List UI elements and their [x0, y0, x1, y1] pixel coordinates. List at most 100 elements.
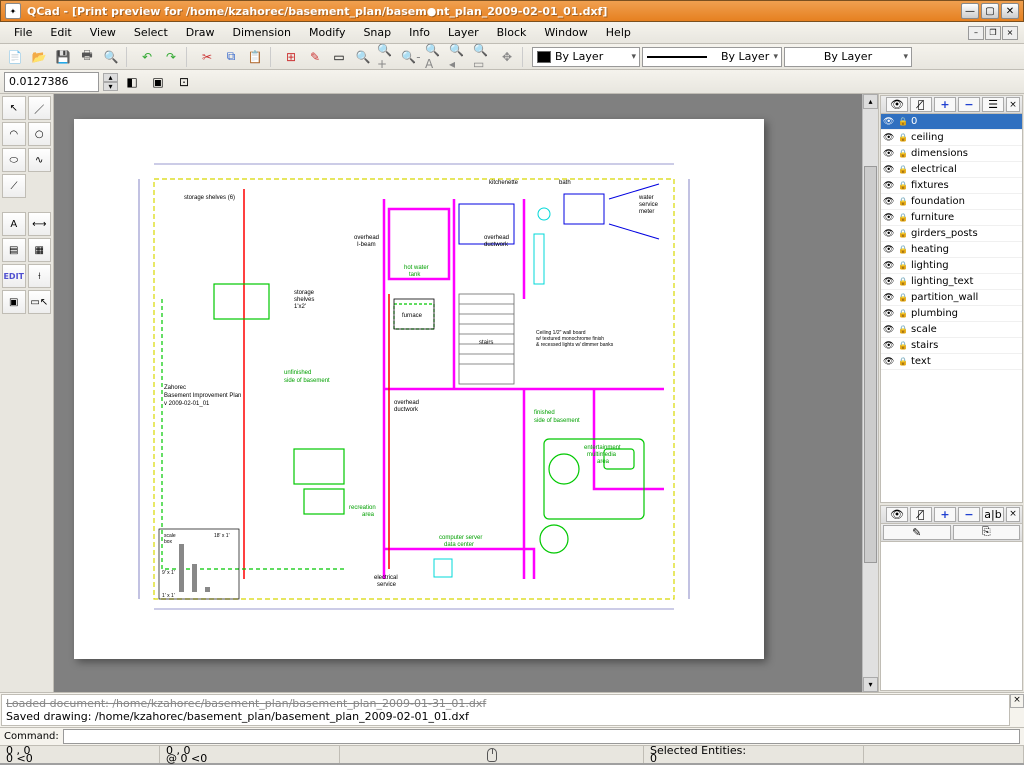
menu-window[interactable]: Window: [536, 24, 595, 41]
menu-info[interactable]: Info: [401, 24, 438, 41]
layer-row-0[interactable]: 👁🔒0: [881, 114, 1022, 130]
select-tool-button[interactable]: ▭↖: [28, 290, 52, 314]
center-page-button[interactable]: ▣: [147, 71, 169, 93]
menu-block[interactable]: Block: [489, 24, 535, 41]
copy-button[interactable]: ⧉: [220, 46, 242, 68]
close-button[interactable]: ✕: [1001, 3, 1019, 19]
cut-button[interactable]: ✂: [196, 46, 218, 68]
scale-spin-input[interactable]: [4, 72, 99, 92]
fit-page-button[interactable]: ⊡: [173, 71, 195, 93]
block-visibility-button[interactable]: 👁: [886, 507, 908, 522]
bw-toggle-button[interactable]: ◧: [121, 71, 143, 93]
layer-visibility-all-button[interactable]: 👁: [886, 97, 908, 112]
canvas-scrollbar-vertical[interactable]: ▴ ▾: [862, 94, 878, 692]
layer-row-partition[interactable]: 👁🔒partition_wall: [881, 290, 1022, 306]
layer-row-scale[interactable]: 👁🔒scale: [881, 322, 1022, 338]
block-tool-button[interactable]: ▣: [2, 290, 26, 314]
command-input[interactable]: [63, 729, 1020, 744]
hatch-tool-button[interactable]: ▤: [2, 238, 26, 262]
layer-row-dimensions[interactable]: 👁🔒dimensions: [881, 146, 1022, 162]
layer-row-girders[interactable]: 👁🔒girders_posts: [881, 226, 1022, 242]
line-tool-button[interactable]: ／: [28, 96, 52, 120]
circle-tool-button[interactable]: ○: [28, 122, 52, 146]
mdi-restore-button[interactable]: ❐: [985, 26, 1001, 40]
open-file-button[interactable]: 📂: [28, 46, 50, 68]
save-button[interactable]: 💾: [52, 46, 74, 68]
block-panel-close-button[interactable]: ×: [1006, 507, 1020, 522]
layer-row-fixtures[interactable]: 👁🔒fixtures: [881, 178, 1022, 194]
layer-row-electrical[interactable]: 👁🔒electrical: [881, 162, 1022, 178]
print-button[interactable]: 🖶: [76, 46, 98, 68]
spin-down-button[interactable]: ▾: [103, 82, 118, 91]
menu-layer[interactable]: Layer: [440, 24, 487, 41]
zoom-redraw-button[interactable]: 🔍: [352, 46, 374, 68]
menu-snap[interactable]: Snap: [355, 24, 399, 41]
zoom-out-button[interactable]: 🔍-: [400, 46, 422, 68]
layer-row-stairs[interactable]: 👁🔒stairs: [881, 338, 1022, 354]
layer-row-lighting-text[interactable]: 👁🔒lighting_text: [881, 274, 1022, 290]
draft-mode-button[interactable]: ✎: [304, 46, 326, 68]
menu-file[interactable]: File: [6, 24, 40, 41]
menu-dimension[interactable]: Dimension: [225, 24, 299, 41]
arc-tool-button[interactable]: ◠: [2, 122, 26, 146]
spline-tool-button[interactable]: ∿: [28, 148, 52, 172]
block-hide-button[interactable]: 👁̸: [910, 507, 932, 522]
print-preview-button[interactable]: 🔍: [100, 46, 122, 68]
statusbar-toggle-button[interactable]: ▭: [328, 46, 350, 68]
layer-edit-button[interactable]: ☰: [982, 97, 1004, 112]
scroll-down-button[interactable]: ▾: [863, 677, 878, 692]
text-tool-button[interactable]: A: [2, 212, 26, 236]
layer-row-ceiling[interactable]: 👁🔒ceiling: [881, 130, 1022, 146]
edit-tool-button[interactable]: EDIT: [2, 264, 26, 288]
layer-row-heating[interactable]: 👁🔒heating: [881, 242, 1022, 258]
block-add-button[interactable]: +: [934, 507, 956, 522]
menu-select[interactable]: Select: [126, 24, 176, 41]
block-insert-button[interactable]: ⎘: [953, 525, 1021, 540]
zoom-prev-button[interactable]: 🔍◂: [448, 46, 470, 68]
layer-row-lighting[interactable]: 👁🔒lighting: [881, 258, 1022, 274]
layer-remove-button[interactable]: −: [958, 97, 980, 112]
scroll-thumb-vertical[interactable]: [864, 166, 877, 564]
minimize-button[interactable]: —: [961, 3, 979, 19]
maximize-button[interactable]: ▢: [981, 3, 999, 19]
zoom-in-button[interactable]: 🔍+: [376, 46, 398, 68]
layer-hide-all-button[interactable]: 👁̸: [910, 97, 932, 112]
block-remove-button[interactable]: −: [958, 507, 980, 522]
lineweight-combo[interactable]: By Layer: [784, 47, 912, 67]
layer-row-furniture[interactable]: 👁🔒furniture: [881, 210, 1022, 226]
polyline-tool-button[interactable]: ⟋: [2, 174, 26, 198]
layer-row-foundation[interactable]: 👁🔒foundation: [881, 194, 1022, 210]
mdi-minimize-button[interactable]: –: [968, 26, 984, 40]
layer-row-plumbing[interactable]: 👁🔒plumbing: [881, 306, 1022, 322]
menu-view[interactable]: View: [82, 24, 124, 41]
spin-up-button[interactable]: ▴: [103, 73, 118, 82]
paste-button[interactable]: 📋: [244, 46, 266, 68]
dimension-tool-button[interactable]: ⟷: [28, 212, 52, 236]
menu-edit[interactable]: Edit: [42, 24, 79, 41]
mdi-close-button[interactable]: ×: [1002, 26, 1018, 40]
color-combo[interactable]: By Layer: [532, 47, 640, 67]
drawing-canvas[interactable]: Zahorec Basement Improvement Plan v 2009…: [54, 94, 862, 692]
new-file-button[interactable]: 📄: [4, 46, 26, 68]
redo-button[interactable]: ↷: [160, 46, 182, 68]
zoom-auto-button[interactable]: 🔍A: [424, 46, 446, 68]
zoom-window-button[interactable]: 🔍▭: [472, 46, 494, 68]
layer-add-button[interactable]: +: [934, 97, 956, 112]
block-edit-button[interactable]: ✎: [883, 525, 951, 540]
block-list[interactable]: [881, 542, 1022, 690]
grid-toggle-button[interactable]: ⊞: [280, 46, 302, 68]
zoom-pan-button[interactable]: ✥: [496, 46, 518, 68]
block-rename-button[interactable]: a|b: [982, 507, 1004, 522]
ellipse-tool-button[interactable]: ⬭: [2, 148, 26, 172]
undo-button[interactable]: ↶: [136, 46, 158, 68]
menu-help[interactable]: Help: [598, 24, 639, 41]
linetype-combo[interactable]: By Layer: [642, 47, 782, 67]
menu-draw[interactable]: Draw: [178, 24, 223, 41]
layer-panel-close-button[interactable]: ×: [1006, 97, 1020, 112]
log-close-button[interactable]: ×: [1010, 694, 1024, 708]
layer-row-text[interactable]: 👁🔒text: [881, 354, 1022, 370]
menu-modify[interactable]: Modify: [301, 24, 353, 41]
measure-tool-button[interactable]: ⟊: [28, 264, 52, 288]
scroll-up-button[interactable]: ▴: [863, 94, 878, 109]
layer-list[interactable]: 👁🔒0 👁🔒ceiling 👁🔒dimensions 👁🔒electrical …: [881, 114, 1022, 502]
